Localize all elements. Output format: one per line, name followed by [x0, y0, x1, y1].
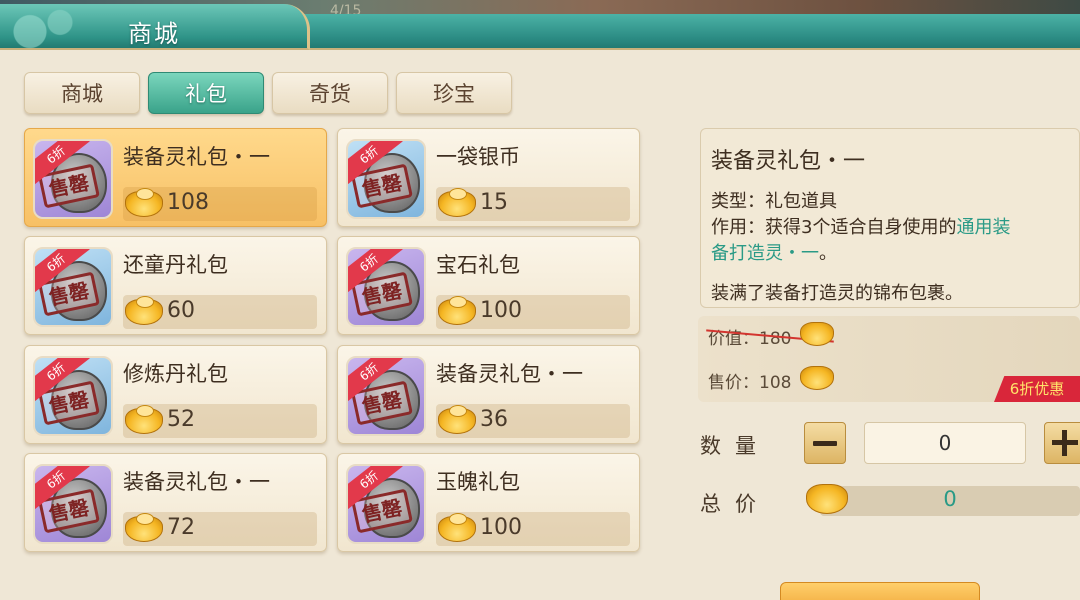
- gold-ingot-icon: [806, 484, 848, 514]
- total-price-value: 0: [943, 487, 957, 511]
- item-name: 还童丹礼包: [123, 253, 228, 278]
- item-card[interactable]: 售罄 6折 装备灵礼包・一 108: [24, 128, 327, 227]
- category-tabs: 商城 礼包 奇货 珍宝: [24, 72, 512, 114]
- gold-ingot-icon: [125, 512, 163, 542]
- increase-button[interactable]: [1044, 422, 1080, 464]
- detail-effect-link[interactable]: 通用装: [956, 217, 1010, 238]
- item-name: 装备灵礼包・一: [436, 361, 583, 386]
- item-card[interactable]: 售罄 6折 装备灵礼包・一 36: [337, 344, 640, 444]
- detail-effect-text: 作用：获得3个适合自身使用的: [711, 217, 957, 238]
- gold-ingot-icon: [438, 188, 476, 217]
- sale-price: 售价：108: [708, 373, 792, 393]
- item-price: 52: [123, 403, 317, 438]
- detail-effect: 作用：获得3个适合自身使用的通用装: [711, 213, 1010, 239]
- item-icon: 售罄 6折: [33, 463, 113, 544]
- item-name: 一袋银币: [436, 145, 520, 169]
- detail-effect-suffix: 。: [819, 243, 837, 264]
- item-card[interactable]: 售罄 6折 装备灵礼包・一 72: [24, 452, 327, 552]
- tab-rare-goods[interactable]: 奇货: [272, 72, 388, 114]
- title-tab: 商城: [0, 4, 310, 50]
- window-title: 商城: [128, 20, 180, 48]
- item-name: 修炼丹礼包: [123, 361, 228, 386]
- detail-description: 装满了装备打造灵的锦布包裹。: [711, 283, 963, 304]
- item-icon: 售罄 6折: [33, 355, 113, 436]
- item-icon: 售罄 6折: [346, 463, 426, 544]
- item-price: 100: [436, 295, 630, 330]
- item-icon: 售罄 6折: [346, 139, 426, 219]
- item-name: 装备灵礼包・一: [123, 145, 270, 169]
- item-card[interactable]: 售罄 6折 宝石礼包 100: [337, 236, 640, 336]
- item-price-value: 108: [167, 190, 209, 215]
- quantity-input[interactable]: 0: [864, 422, 1026, 464]
- item-price-value: 72: [167, 514, 195, 540]
- detail-effect-link[interactable]: 备打造灵・一: [711, 243, 819, 264]
- price-box: 价值：180 售价：108 6折优惠: [698, 316, 1080, 402]
- item-detail-panel: 装备灵礼包・一 类型：礼包道具 作用：获得3个适合自身使用的通用装 备打造灵・一…: [700, 128, 1080, 308]
- gold-ingot-icon: [800, 322, 834, 346]
- plus-icon: [1052, 430, 1078, 456]
- item-card[interactable]: 售罄 6折 修炼丹礼包 52: [24, 344, 327, 444]
- item-price: 36: [436, 403, 630, 438]
- item-price: 72: [123, 511, 317, 546]
- item-icon: 售罄 6折: [33, 247, 113, 328]
- discount-tag: 6折优惠: [994, 376, 1080, 402]
- item-price-value: 36: [480, 406, 508, 432]
- item-price: 60: [123, 295, 317, 330]
- gold-ingot-icon: [125, 404, 163, 434]
- item-name: 装备灵礼包・一: [123, 469, 270, 494]
- total-label: 总价: [700, 492, 770, 516]
- gold-ingot-icon: [438, 404, 476, 434]
- item-card[interactable]: 售罄 6折 还童丹礼包 60: [24, 236, 327, 336]
- item-price: 100: [436, 511, 630, 546]
- item-name: 玉魄礼包: [436, 469, 520, 494]
- quantity-label: 数量: [700, 434, 770, 458]
- item-price-value: 15: [480, 190, 508, 215]
- cloud-ornament-icon: [0, 4, 100, 50]
- item-price: 15: [436, 187, 630, 221]
- item-price: 108: [123, 187, 317, 221]
- minus-icon: [813, 440, 837, 446]
- gold-ingot-icon: [125, 188, 163, 217]
- item-price-value: 100: [480, 298, 522, 324]
- item-icon: 售罄 6折: [346, 247, 426, 328]
- item-price-value: 100: [480, 514, 522, 540]
- item-grid: 售罄 6折 装备灵礼包・一 108 售罄 6折 一袋银币 15 售罄 6折 还童…: [24, 128, 640, 553]
- item-name: 宝石礼包: [436, 253, 520, 278]
- detail-effect-cont: 备打造灵・一。: [711, 239, 837, 265]
- decrease-button[interactable]: [804, 422, 846, 464]
- item-price-value: 52: [167, 406, 195, 432]
- tab-treasure[interactable]: 珍宝: [396, 72, 512, 114]
- gold-ingot-icon: [438, 512, 476, 542]
- item-card[interactable]: 售罄 6折 一袋银币 15: [337, 128, 640, 227]
- total-price-bar: 0: [820, 486, 1080, 516]
- detail-type: 类型：礼包道具: [711, 191, 837, 212]
- item-icon: 售罄 6折: [346, 355, 426, 436]
- gold-ingot-icon: [125, 296, 163, 326]
- gold-ingot-icon: [438, 296, 476, 326]
- item-icon: 售罄 6折: [33, 139, 113, 219]
- item-price-value: 60: [167, 298, 195, 324]
- buy-button[interactable]: [780, 582, 980, 600]
- item-card[interactable]: 售罄 6折 玉魄礼包 100: [337, 452, 640, 552]
- tab-gift-pack[interactable]: 礼包: [148, 72, 264, 114]
- tab-shop[interactable]: 商城: [24, 72, 140, 114]
- detail-title: 装备灵礼包・一: [711, 149, 866, 174]
- gold-ingot-icon: [800, 366, 834, 390]
